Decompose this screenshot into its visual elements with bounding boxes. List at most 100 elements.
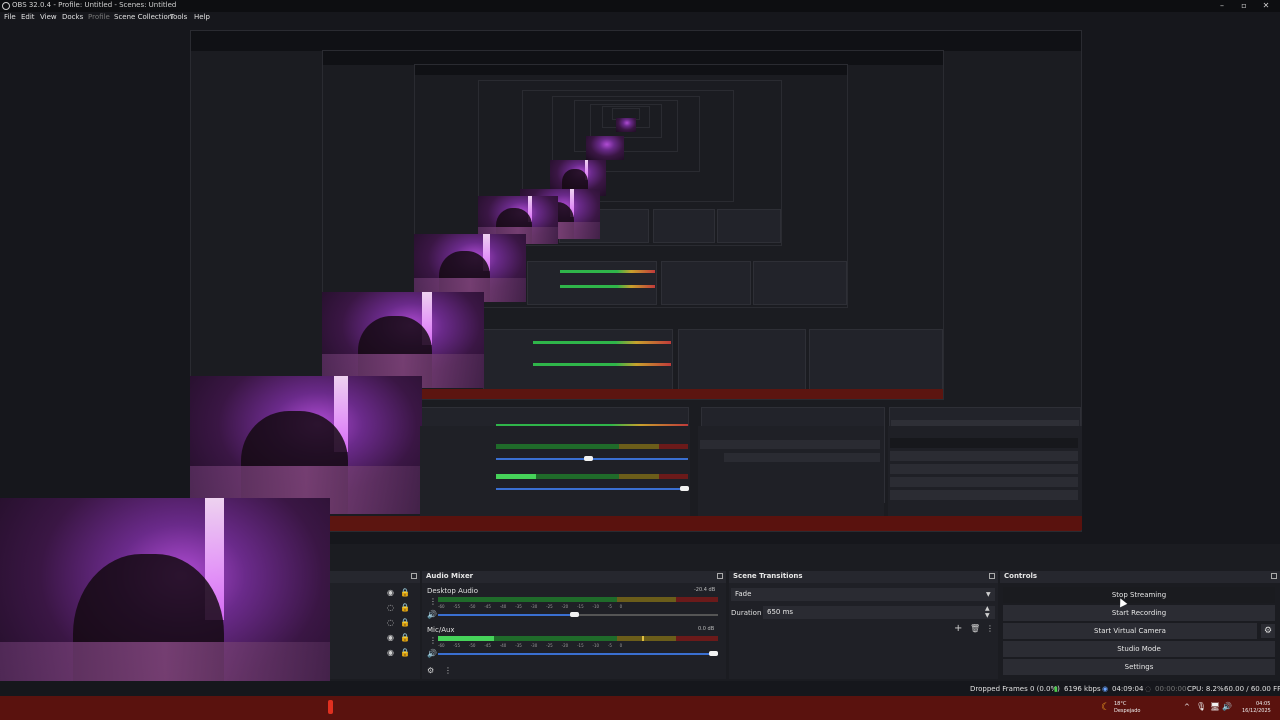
menu-bar: File Edit View Docks Profile Scene Colle… (0, 12, 1280, 24)
channel-name: Mic/Aux (427, 626, 455, 634)
start-recording-button[interactable]: Start Recording (1003, 605, 1275, 621)
transition-select[interactable]: Fade ▼ (731, 588, 995, 601)
audio-mixer-dock: Audio Mixer Desktop Audio -20.4 dB ⋮ -60… (422, 571, 726, 679)
channel-db: -20.4 dB (694, 587, 716, 593)
controls-title: Controls (1004, 572, 1038, 580)
lock-icon[interactable]: 🔒 (400, 619, 410, 627)
eye-icon[interactable]: ◉ (387, 649, 394, 657)
meter-level (438, 636, 494, 641)
start-virtual-camera-button[interactable]: Start Virtual Camera (1003, 623, 1257, 639)
signal-bars-icon: ▮ (1054, 685, 1058, 693)
stop-streaming-button[interactable]: Stop Streaming (1003, 587, 1275, 603)
duration-spinbox[interactable]: 650 ms ▲ ▼ (763, 605, 995, 620)
menu-tools[interactable]: Tools (170, 13, 187, 21)
fps: 60.00 / 60.00 FPS (1224, 685, 1280, 693)
bitrate: 6196 kbps (1064, 685, 1101, 693)
nested-controls (888, 426, 1082, 516)
volume-meter (438, 597, 718, 602)
obs-logo-icon (2, 2, 10, 10)
menu-edit[interactable]: Edit (21, 13, 35, 21)
maximize-icon[interactable]: ▫ (1234, 0, 1254, 12)
lock-icon[interactable]: 🔒 (400, 634, 410, 642)
menu-profile[interactable]: Profile (88, 13, 110, 21)
volume-slider-knob[interactable] (709, 651, 718, 656)
webcam-thumbnail (322, 292, 484, 388)
title-bar: OBS 32.0.4 - Profile: Untitled - Scenes:… (0, 0, 1280, 12)
meter-ticks: -60 -55 -50 -45 -40 -35 -30 -25 -20 -15 … (438, 643, 623, 648)
meter-ticks: -60 -55 -50 -45 -40 -35 -30 -25 -20 -15 … (438, 604, 623, 609)
nested-audio-mixer (420, 426, 690, 516)
settings-button[interactable]: Settings (1003, 659, 1275, 675)
clock-time[interactable]: 04:05 (1256, 701, 1270, 707)
nested-scene-transitions (698, 426, 884, 516)
nested-taskbar (420, 516, 1082, 530)
eye-icon[interactable]: ◉ (387, 634, 394, 642)
eye-hidden-icon[interactable]: ◌ (387, 604, 394, 612)
volume-slider[interactable] (438, 651, 718, 656)
kebab-menu-icon[interactable]: ⋮ (429, 598, 437, 606)
menu-help[interactable]: Help (194, 13, 210, 21)
float-dock-icon[interactable] (411, 573, 417, 579)
chevron-down-icon[interactable]: ▼ (985, 612, 990, 620)
kebab-menu-icon[interactable]: ⋮ (986, 625, 994, 633)
eye-hidden-icon[interactable]: ◌ (387, 619, 394, 627)
gear-icon[interactable]: ⚙ (1261, 624, 1275, 638)
speaker-icon[interactable]: 🔊 (427, 611, 437, 619)
taskbar-indicator (328, 700, 333, 714)
lock-icon[interactable]: 🔒 (400, 649, 410, 657)
streaming-icon: ◉ (1102, 685, 1109, 693)
duration-label: Duration (731, 609, 762, 617)
lock-icon[interactable]: 🔒 (400, 604, 410, 612)
channel-name: Desktop Audio (427, 587, 478, 595)
volume-meter (438, 636, 718, 641)
taskbar: ☾ 18°C Despejado ^ 🎙 🖥 🔊 04:05 16/12/202… (0, 696, 1280, 720)
advanced-audio-icon[interactable]: ⚙ (427, 667, 434, 675)
cpu-usage: CPU: 8.2% (1187, 685, 1224, 693)
webcam-thumbnail (190, 376, 422, 514)
dropped-frames: Dropped Frames 0 (0.0%) (970, 685, 1060, 693)
window-title: OBS 32.0.4 - Profile: Untitled - Scenes:… (12, 1, 177, 9)
meter-peak (642, 636, 644, 641)
record-time: 00:00:00 (1155, 685, 1187, 693)
float-dock-icon[interactable] (989, 573, 995, 579)
weather-text: Despejado (1114, 708, 1141, 714)
slider-track-remaining (570, 614, 718, 616)
menu-scene-collection[interactable]: Scene Collection (114, 13, 172, 21)
webcam-thumbnail (586, 136, 624, 160)
menu-file[interactable]: File (4, 13, 16, 21)
studio-mode-button[interactable]: Studio Mode (1003, 641, 1275, 657)
network-icon[interactable]: 🖥 (1210, 702, 1220, 711)
float-dock-icon[interactable] (1271, 573, 1277, 579)
weather-icon[interactable]: ☾ (1101, 702, 1110, 713)
sources-dock: ◉ 🔒 ◌ 🔒 ◌ 🔒 ◉ 🔒 ◉ 🔒 (330, 571, 420, 679)
add-icon[interactable]: + (954, 624, 962, 634)
trash-icon[interactable]: 🗑 (970, 625, 980, 633)
minimize-icon[interactable]: – (1212, 0, 1232, 12)
status-bar: Dropped Frames 0 (0.0%) ▮ 6196 kbps ◉ 04… (0, 681, 1280, 696)
channel-db: 0.0 dB (698, 626, 715, 632)
audio-mixer-title: Audio Mixer (426, 572, 474, 580)
chevron-up-icon[interactable]: ^ (1184, 703, 1190, 711)
volume-icon[interactable]: 🔊 (1222, 702, 1232, 711)
menu-view[interactable]: View (40, 13, 57, 21)
kebab-menu-icon[interactable]: ⋮ (429, 637, 437, 645)
webcam-thumbnail (616, 118, 636, 132)
chevron-down-icon: ▼ (986, 591, 991, 598)
scene-transitions-title: Scene Transitions (733, 572, 803, 580)
temperature: 18°C (1114, 701, 1127, 707)
lock-icon[interactable]: 🔒 (400, 589, 410, 597)
microphone-icon[interactable]: 🎙 (1196, 702, 1206, 711)
stream-time: 04:09:04 (1112, 685, 1144, 693)
scene-transitions-dock: Scene Transitions Fade ▼ Duration 650 ms… (729, 571, 998, 679)
close-icon[interactable]: ✕ (1256, 0, 1276, 12)
kebab-menu-icon[interactable]: ⋮ (444, 667, 452, 675)
float-dock-icon[interactable] (717, 573, 723, 579)
recording-icon: ◌ (1145, 685, 1152, 693)
clock-date[interactable]: 16/12/2025 (1242, 708, 1271, 714)
volume-slider-knob[interactable] (570, 612, 579, 617)
speaker-icon[interactable]: 🔊 (427, 650, 437, 658)
volume-slider[interactable] (438, 612, 718, 617)
preview-canvas[interactable] (0, 24, 1280, 544)
menu-docks[interactable]: Docks (62, 13, 83, 21)
eye-icon[interactable]: ◉ (387, 589, 394, 597)
